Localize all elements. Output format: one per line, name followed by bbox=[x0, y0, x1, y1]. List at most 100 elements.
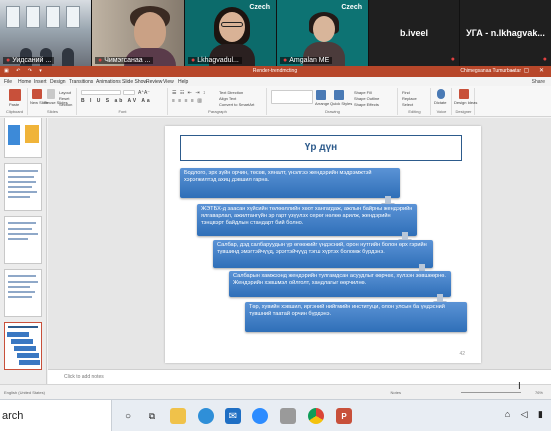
slide-editing-area[interactable]: Үр дүн Бодлого, эрх зүйн орчин, төсөв, х… bbox=[48, 118, 551, 384]
muted-mic-icon: ● bbox=[450, 56, 455, 63]
microphone-icon[interactable] bbox=[437, 89, 445, 99]
paste-icon[interactable] bbox=[9, 89, 21, 101]
system-tray[interactable]: ⌂ ◁ ▮ bbox=[505, 409, 547, 420]
tab-design[interactable]: Design bbox=[50, 79, 66, 85]
font-format-buttons[interactable]: B I U S ab AV Aa bbox=[81, 98, 152, 104]
text-cursor-icon: I bbox=[518, 381, 521, 392]
convert-smartart-button[interactable]: Convert to SmartArt bbox=[219, 102, 254, 107]
participant-tile-6[interactable]: УГА - n.lkhagvak... ● bbox=[460, 0, 551, 66]
font-grow-shrink-icon[interactable]: A⁺A⁻ bbox=[138, 90, 150, 96]
align-text-button[interactable]: Align Text bbox=[219, 96, 236, 101]
tab-view[interactable]: View bbox=[163, 79, 174, 85]
shape-fill-button[interactable]: Shape Fill bbox=[354, 90, 372, 95]
thumb-line bbox=[8, 181, 36, 183]
edge-icon[interactable] bbox=[198, 408, 214, 424]
list-buttons[interactable]: ☰ ☷ ⇤ ⇥ ↕ bbox=[172, 90, 206, 96]
shapes-gallery[interactable] bbox=[271, 90, 313, 104]
tab-slide-show[interactable]: Slide Show bbox=[122, 79, 147, 85]
group-label: Paragraph bbox=[208, 109, 227, 114]
font-size-select[interactable] bbox=[123, 90, 135, 95]
slide-thumbnail[interactable] bbox=[4, 118, 42, 158]
quick-styles-icon[interactable] bbox=[334, 90, 344, 100]
new-slide-icon[interactable] bbox=[32, 89, 42, 99]
share-button[interactable]: Share bbox=[532, 79, 545, 85]
participant-tile-3[interactable]: Czech ● Lkhagvadul... bbox=[185, 0, 276, 66]
process-step-box[interactable]: Бодлого, эрх зүйн орчин, төсөв, хяналт, … bbox=[180, 168, 400, 198]
participant-tile-1[interactable]: ● Уидсаний ... bbox=[0, 0, 91, 66]
zoom-icon[interactable] bbox=[252, 408, 268, 424]
layout-button[interactable]: Layout bbox=[59, 90, 71, 95]
status-bar: English (United States) Notes 76% bbox=[0, 384, 551, 399]
tab-file[interactable]: File bbox=[4, 79, 12, 85]
zoom-slider[interactable] bbox=[461, 392, 521, 393]
participant-face bbox=[134, 12, 166, 50]
file-explorer-icon[interactable] bbox=[170, 408, 186, 424]
zoom-participant-strip: ● Уидсаний ... ● Чимэгсанаа ... Czech ● Lkh… bbox=[0, 0, 551, 66]
quick-access-toolbar[interactable]: ▣ ↶ ↷ ▾ bbox=[4, 68, 45, 74]
quick-styles-label: Quick Styles bbox=[330, 101, 353, 106]
shape-outline-button[interactable]: Shape Outline bbox=[354, 96, 379, 101]
language-indicator[interactable]: English (United States) bbox=[4, 390, 45, 395]
thumb-shape bbox=[19, 360, 40, 365]
section-button[interactable]: Section bbox=[59, 102, 72, 107]
slide-title[interactable]: Үр дүн bbox=[180, 135, 462, 161]
shape-effects-button[interactable]: Shape Effects bbox=[354, 102, 379, 107]
alignment-buttons[interactable]: ≡ ≡ ≡ ≡ ▥ bbox=[172, 98, 203, 104]
tab-insert[interactable]: Insert bbox=[34, 79, 47, 85]
thumb-line bbox=[8, 170, 38, 172]
slide-thumbnail-selected[interactable] bbox=[4, 322, 42, 370]
thumb-line bbox=[8, 233, 38, 235]
participant-figure bbox=[62, 48, 74, 66]
circle-search-icon[interactable]: ○ bbox=[120, 408, 136, 424]
participant-tile-2[interactable]: ● Чимэгсанаа ... bbox=[92, 0, 184, 66]
slide-thumbnail[interactable] bbox=[4, 269, 42, 317]
group-label: Slides bbox=[47, 109, 58, 114]
process-step-box[interactable]: Төр, хувийн хэвшил, иргэний нийгмийн инс… bbox=[245, 302, 467, 332]
window-controls[interactable]: – ▢ ✕ bbox=[511, 67, 548, 74]
arrange-icon[interactable] bbox=[316, 90, 326, 100]
find-button[interactable]: Find bbox=[402, 90, 410, 95]
thumb-line bbox=[8, 228, 32, 230]
thumb-line bbox=[8, 326, 38, 328]
zoom-level[interactable]: 76% bbox=[535, 390, 543, 395]
thumb-shape bbox=[25, 125, 39, 143]
process-step-box[interactable]: Салбарын хамжээнд жендэрийн тулгамдсан а… bbox=[229, 271, 451, 297]
participant-name: УГА - n.lkhagvak... bbox=[466, 28, 545, 38]
muted-mic-icon: ● bbox=[191, 57, 196, 64]
reuse-slides-icon[interactable] bbox=[47, 89, 55, 99]
thumb-shape bbox=[11, 339, 33, 344]
font-name-select[interactable] bbox=[81, 90, 121, 95]
notes-toggle[interactable]: Notes bbox=[391, 390, 401, 395]
replace-button[interactable]: Replace bbox=[402, 96, 417, 101]
mail-icon[interactable]: ✉ bbox=[225, 408, 241, 424]
notes-pane[interactable]: Click to add notes bbox=[48, 369, 551, 384]
reset-button[interactable]: Reset bbox=[59, 96, 69, 101]
tab-help[interactable]: Help bbox=[178, 79, 188, 85]
process-step-box[interactable]: Салбар, дэд салбаруудын үр өгөөжийг үндэ… bbox=[213, 240, 433, 268]
tab-home[interactable]: Home bbox=[18, 79, 31, 85]
process-step-box[interactable]: ЖЭТБХ-д заасан хүйсийн төлөөллийн хөот х… bbox=[197, 204, 417, 236]
taskbar-search-box[interactable]: arch bbox=[0, 400, 112, 431]
participant-name: ● Amgalan ME bbox=[280, 57, 333, 64]
task-view-icon[interactable]: ⧉ bbox=[144, 408, 160, 424]
current-slide[interactable]: Үр дүн Бодлого, эрх зүйн орчин, төсөв, х… bbox=[165, 126, 481, 363]
group-drawing: Arrange Quick Styles Shape Fill Shape Ou… bbox=[268, 88, 398, 115]
slide-thumbnail[interactable] bbox=[4, 163, 42, 211]
thumb-line bbox=[8, 196, 30, 198]
chrome-icon[interactable] bbox=[308, 408, 324, 424]
text-direction-button[interactable]: Text Direction bbox=[219, 90, 243, 95]
slide-thumbnail[interactable] bbox=[4, 216, 42, 264]
participant-name: ● Чимэгсанаа ... bbox=[95, 57, 154, 64]
video-icon[interactable] bbox=[280, 408, 296, 424]
powerpoint-icon[interactable]: P bbox=[336, 408, 352, 424]
tab-transitions[interactable]: Transitions bbox=[69, 79, 93, 85]
design-ideas-icon[interactable] bbox=[459, 89, 469, 99]
tab-review[interactable]: Review bbox=[146, 79, 162, 85]
arrange-label: Arrange bbox=[315, 101, 330, 106]
thumb-line bbox=[8, 286, 30, 288]
participant-tile-4[interactable]: Czech ● Amgalan ME bbox=[277, 0, 368, 66]
select-button[interactable]: Select bbox=[402, 102, 413, 107]
participant-tile-5[interactable]: b.iveel ● bbox=[369, 0, 459, 66]
tab-animations[interactable]: Animations bbox=[96, 79, 121, 85]
slide-thumbnail-pane bbox=[0, 118, 47, 384]
